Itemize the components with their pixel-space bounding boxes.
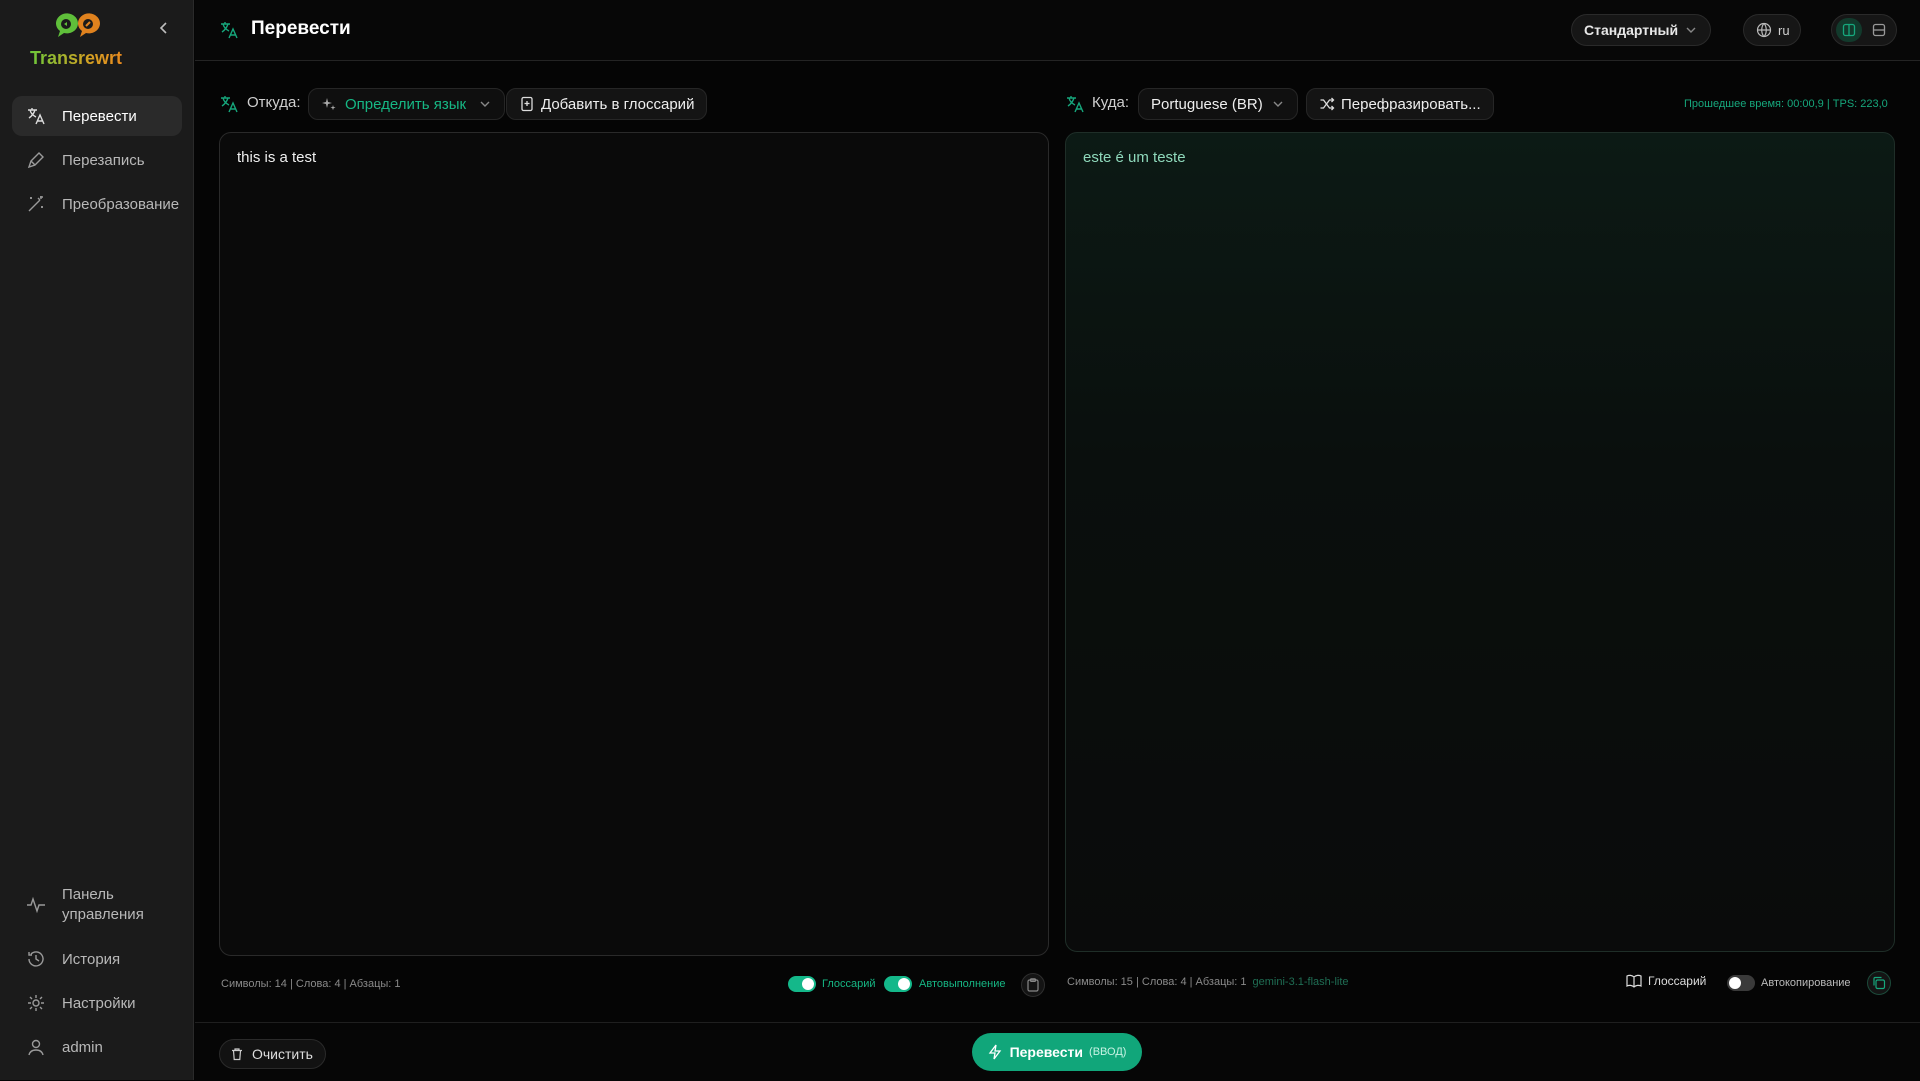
autocopy-toggle-label: Автокопирование <box>1761 977 1851 989</box>
chevron-down-icon <box>480 101 490 107</box>
translate-icon <box>28 108 45 125</box>
sidebar: Transrewrt Перевести Перезапись Преобраз… <box>0 0 194 1080</box>
rephrase-label: Перефразировать... <box>1341 95 1481 113</box>
sidebar-item-settings[interactable]: Настройки <box>12 983 182 1023</box>
clipboard-icon <box>1027 978 1039 992</box>
layout-rows-button[interactable] <box>1866 18 1892 42</box>
translate-icon <box>1067 96 1084 113</box>
sidebar-item-dashboard[interactable]: Панель управления <box>12 881 182 929</box>
toggle-knob <box>898 978 910 990</box>
layout-columns-button[interactable] <box>1836 18 1862 42</box>
translate-icon <box>221 22 238 39</box>
sidebar-item-label: Настройки <box>62 994 136 1012</box>
translate-button[interactable]: Перевести (ВВОД) <box>972 1033 1142 1071</box>
bottom-bar: Очистить Перевести (ВВОД) <box>195 1022 1920 1081</box>
language-select[interactable]: ru <box>1743 14 1801 46</box>
translate-button-hint: (ВВОД) <box>1089 1046 1127 1058</box>
paste-button[interactable] <box>1021 973 1045 997</box>
autocomplete-toggle[interactable] <box>884 976 912 992</box>
app-name: Transrewrt <box>30 48 123 68</box>
target-stats-text: Символы: 15 | Слова: 4 | Абзацы: 1 <box>1067 976 1247 988</box>
mode-select-value: Стандартный <box>1584 22 1679 38</box>
sidebar-item-label: admin <box>62 1038 103 1056</box>
page-title: Перевести <box>251 18 351 39</box>
target-language-select[interactable]: Portuguese (BR) <box>1138 88 1298 120</box>
source-text: this is a test <box>237 149 317 166</box>
source-text-area[interactable]: this is a test <box>219 132 1049 956</box>
autocopy-toggle[interactable] <box>1727 975 1755 991</box>
detect-language-label: Определить язык <box>345 95 467 113</box>
model-name: gemini-3.1-flash-lite <box>1252 976 1349 988</box>
gear-icon <box>28 995 44 1011</box>
target-text-area[interactable]: este é um teste <box>1065 132 1895 952</box>
globe-icon <box>1756 22 1772 38</box>
glossary-toggle-label: Глоссарий <box>822 978 876 990</box>
app-logo[interactable]: Transrewrt <box>30 12 122 72</box>
sidebar-item-rewrite[interactable]: Перезапись <box>12 140 182 180</box>
sparkles-icon <box>322 98 336 111</box>
translate-button-label: Перевести <box>1009 1044 1084 1060</box>
sidebar-item-label: Перевести <box>62 107 137 125</box>
target-language-label: Куда: <box>1092 94 1130 111</box>
target-text: este é um teste <box>1083 149 1186 166</box>
language-select-value: ru <box>1778 22 1790 38</box>
sidebar-item-label: Преобразование <box>62 195 180 213</box>
lightning-icon <box>988 1044 1001 1060</box>
history-icon <box>28 951 44 967</box>
collapse-sidebar-button[interactable] <box>156 18 172 38</box>
rows-icon <box>1872 23 1886 37</box>
sidebar-item-label: Панель управления <box>62 886 144 923</box>
source-language-label: Откуда: <box>247 94 301 111</box>
toggle-knob <box>1729 977 1741 989</box>
clear-button[interactable]: Очистить <box>219 1039 326 1069</box>
autocomplete-toggle-label: Автовыполнение <box>919 978 1006 990</box>
sidebar-item-transform[interactable]: Преобразование <box>12 184 182 224</box>
magic-wand-icon <box>28 196 43 212</box>
detect-language-select[interactable]: Определить язык <box>308 88 506 120</box>
activity-icon <box>27 896 45 914</box>
sidebar-item-label: Перезапись <box>62 151 145 169</box>
target-stats: Символы: 15 | Слова: 4 | Абзацы: 1 gemini… <box>1067 976 1349 988</box>
glossary-toggle[interactable] <box>788 976 816 992</box>
rephrase-button[interactable]: Перефразировать... <box>1306 88 1494 120</box>
sidebar-item-history[interactable]: История <box>12 939 182 979</box>
book-open-icon <box>1626 974 1642 988</box>
translate-icon <box>221 96 238 113</box>
logo-icon <box>55 13 100 38</box>
sidebar-item-label: История <box>62 950 121 968</box>
chevron-left-icon <box>159 22 167 34</box>
columns-icon <box>1842 23 1856 37</box>
glossary-button[interactable]: Глоссарий <box>1626 974 1706 988</box>
clear-button-label: Очистить <box>252 1046 313 1062</box>
copy-button[interactable] <box>1867 971 1891 995</box>
source-stats: Символы: 14 | Слова: 4 | Абзацы: 1 <box>221 978 401 990</box>
sidebar-item-translate[interactable]: Перевести <box>12 96 182 136</box>
sidebar-item-user[interactable]: admin <box>12 1027 182 1067</box>
glossary-button-label: Глоссарий <box>1648 974 1707 988</box>
book-plus-icon <box>521 96 533 112</box>
layout-toggle <box>1831 14 1897 46</box>
toggle-knob <box>802 978 814 990</box>
copy-icon <box>1873 976 1886 990</box>
shuffle-icon <box>1320 97 1335 111</box>
target-language-value: Portuguese (BR) <box>1151 95 1263 113</box>
mode-select[interactable]: Стандартный <box>1571 14 1711 46</box>
elapsed-time: Прошедшее время: 00:00,9 | TPS: 223,0 <box>1684 98 1888 110</box>
trash-icon <box>232 1048 242 1061</box>
pen-icon <box>27 152 44 169</box>
top-bar: Перевести Стандартный ru <box>195 0 1920 61</box>
user-icon <box>28 1039 44 1056</box>
add-to-glossary-label: Добавить в глоссарий <box>541 95 695 113</box>
chevron-down-icon <box>1686 27 1696 33</box>
add-to-glossary-button[interactable]: Добавить в глоссарий <box>506 88 708 120</box>
chevron-down-icon <box>1273 101 1283 107</box>
